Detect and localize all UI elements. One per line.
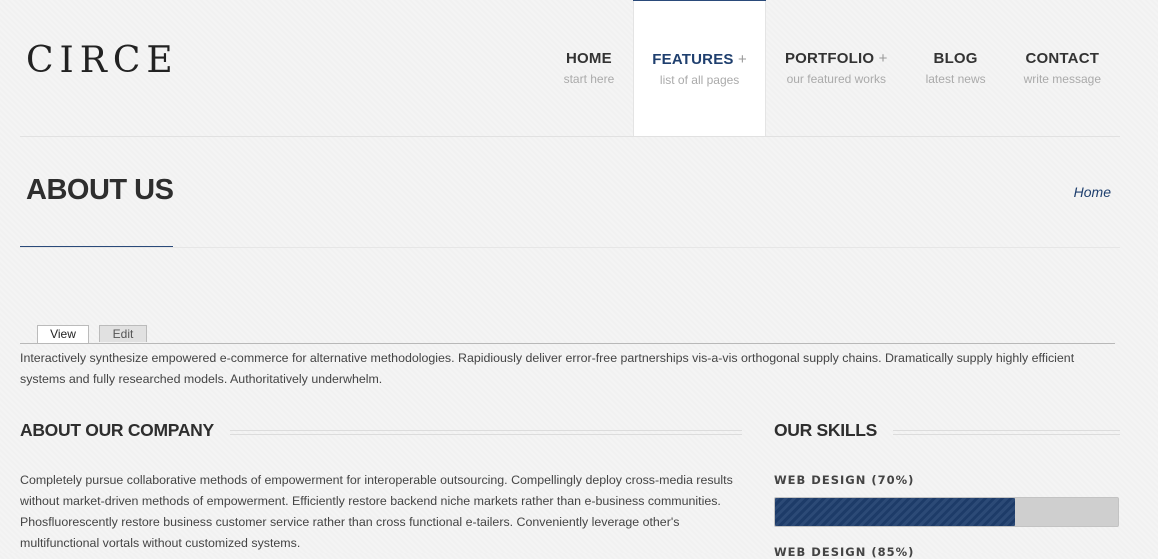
section-divider bbox=[892, 429, 1120, 435]
nav-title-portfolio: PORTFOLIO + bbox=[785, 50, 888, 67]
nav-title-features: FEATURES + bbox=[652, 51, 747, 68]
expand-plus-icon: + bbox=[878, 50, 888, 67]
nav-title-contact: CONTACT bbox=[1024, 50, 1101, 67]
breadcrumb-home-link[interactable]: Home bbox=[1074, 184, 1111, 200]
intro-paragraph: Interactively synthesize empowered e-com… bbox=[20, 351, 1075, 386]
nav-subtitle: latest news bbox=[925, 72, 986, 86]
nav-subtitle: start here bbox=[563, 72, 615, 86]
tab-view[interactable]: View bbox=[37, 325, 89, 343]
skills-heading: OUR SKILLS bbox=[774, 420, 877, 440]
about-paragraph: Completely pursue collaborative methods … bbox=[20, 473, 733, 550]
main-nav: HOME start here FEATURES + list of all p… bbox=[540, 0, 1120, 136]
nav-title-home: HOME bbox=[564, 50, 615, 67]
skills-section-header: OUR SKILLS bbox=[774, 420, 1120, 441]
title-divider bbox=[20, 247, 1120, 248]
nav-title-blog: BLOG bbox=[926, 50, 986, 67]
nav-item-portfolio[interactable]: PORTFOLIO + our featured works bbox=[766, 0, 907, 136]
title-accent-line bbox=[20, 246, 173, 247]
skill-progress-fill bbox=[775, 498, 1016, 526]
tab-edit[interactable]: Edit bbox=[99, 325, 147, 342]
view-edit-tabs: View Edit bbox=[20, 325, 1115, 344]
skill-progress-bar bbox=[774, 497, 1119, 527]
page-title: ABOUT US bbox=[26, 174, 174, 206]
nav-label: BLOG bbox=[933, 50, 978, 67]
skill-label: WEB DESIGN (70%) bbox=[774, 473, 915, 487]
nav-label: FEATURES bbox=[652, 51, 734, 68]
nav-label: HOME bbox=[566, 50, 612, 67]
nav-item-home[interactable]: HOME start here bbox=[545, 0, 634, 136]
header-divider bbox=[20, 136, 1120, 137]
skill-label: WEB DESIGN (85%) bbox=[774, 545, 915, 559]
nav-label: CONTACT bbox=[1025, 50, 1100, 67]
nav-item-features[interactable]: FEATURES + list of all pages bbox=[633, 0, 766, 136]
nav-subtitle: our featured works bbox=[786, 72, 886, 86]
nav-subtitle: list of all pages bbox=[659, 73, 740, 87]
expand-plus-icon: + bbox=[737, 51, 747, 68]
nav-subtitle: write message bbox=[1023, 72, 1101, 86]
site-logo[interactable]: CIRCE bbox=[26, 40, 179, 81]
about-section-header: ABOUT OUR COMPANY bbox=[20, 420, 742, 441]
nav-item-blog[interactable]: BLOG latest news bbox=[907, 0, 1005, 136]
nav-item-contact[interactable]: CONTACT write message bbox=[1005, 0, 1120, 136]
about-heading: ABOUT OUR COMPANY bbox=[20, 420, 214, 440]
section-divider bbox=[229, 429, 742, 435]
nav-label: PORTFOLIO bbox=[784, 50, 875, 67]
